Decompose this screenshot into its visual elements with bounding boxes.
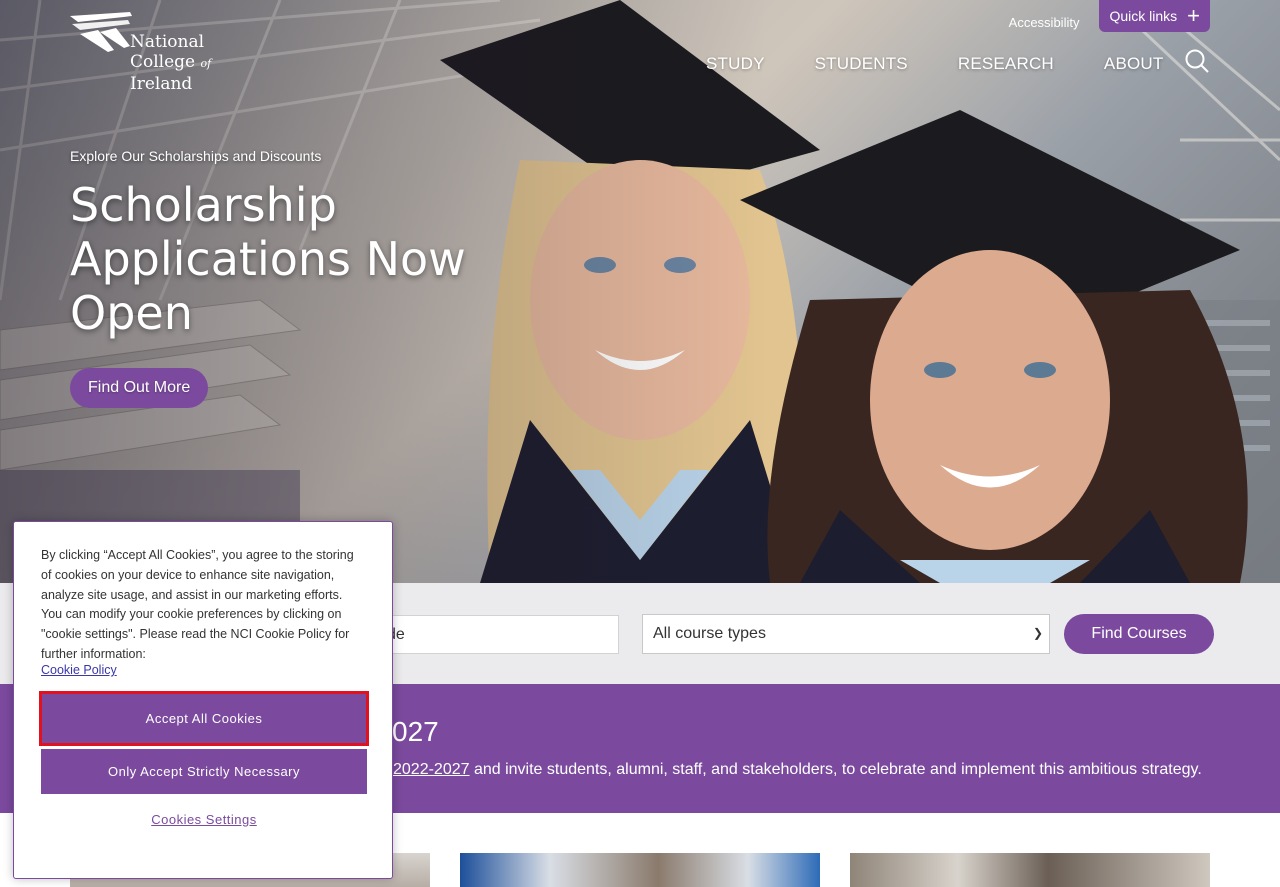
logo-line-3: Ireland xyxy=(130,74,193,94)
course-type-select[interactable]: All course types ❯ xyxy=(642,614,1050,654)
logo-line-1: National xyxy=(130,32,205,52)
course-type-value: All course types xyxy=(653,625,766,642)
utility-bar: Accessibility Quick links + xyxy=(1009,0,1210,32)
strategy-link[interactable]: 2022-2027 xyxy=(393,761,470,778)
strategy-heading: 027 xyxy=(392,716,439,747)
quick-links-label: Quick links xyxy=(1109,7,1178,24)
accept-necessary-cookies-button[interactable]: Only Accept Strictly Necessary xyxy=(41,749,367,794)
logo-line-2: College xyxy=(130,52,196,72)
quick-links-button[interactable]: Quick links + xyxy=(1099,0,1210,32)
cookie-policy-link[interactable]: Cookie Policy xyxy=(41,663,117,677)
logo-line-of: of xyxy=(200,57,212,70)
strategy-text-rest: and invite students, alumni, staff, and … xyxy=(469,761,1202,778)
chevron-down-icon: ❯ xyxy=(1032,626,1043,640)
find-courses-button[interactable]: Find Courses xyxy=(1064,614,1214,654)
plus-icon: + xyxy=(1187,2,1200,28)
nav-item-about[interactable]: ABOUT xyxy=(1104,54,1164,74)
strategy-text: 2022-2027 and invite students, alumni, s… xyxy=(393,761,1202,779)
accept-all-cookies-button[interactable]: Accept All Cookies xyxy=(39,691,369,746)
cookie-consent-text: By clicking “Accept All Cookies”, you ag… xyxy=(41,548,354,661)
find-out-more-button[interactable]: Find Out More xyxy=(70,368,209,408)
cookie-consent-dialog: By clicking “Accept All Cookies”, you ag… xyxy=(13,521,393,879)
hero-banner: National College of Ireland Accessibilit… xyxy=(0,0,1280,583)
search-icon[interactable] xyxy=(1184,48,1210,74)
hero-headline: Scholarship Applications Now Open xyxy=(70,178,466,340)
cookie-settings-button[interactable]: Cookies Settings xyxy=(41,808,367,830)
hero-eyebrow: Explore Our Scholarships and Discounts xyxy=(70,148,322,164)
news-card-image-2[interactable] xyxy=(460,853,820,887)
nav-item-students[interactable]: STUDENTS xyxy=(815,54,908,74)
nav-item-research[interactable]: RESEARCH xyxy=(958,54,1054,74)
main-navigation: STUDY STUDENTS RESEARCH ABOUT xyxy=(706,54,1163,74)
news-card-image-3[interactable] xyxy=(850,853,1210,887)
logo-wordmark: National College of Ireland xyxy=(130,32,211,94)
accessibility-link[interactable]: Accessibility xyxy=(1009,3,1080,30)
nav-item-study[interactable]: STUDY xyxy=(706,54,765,74)
